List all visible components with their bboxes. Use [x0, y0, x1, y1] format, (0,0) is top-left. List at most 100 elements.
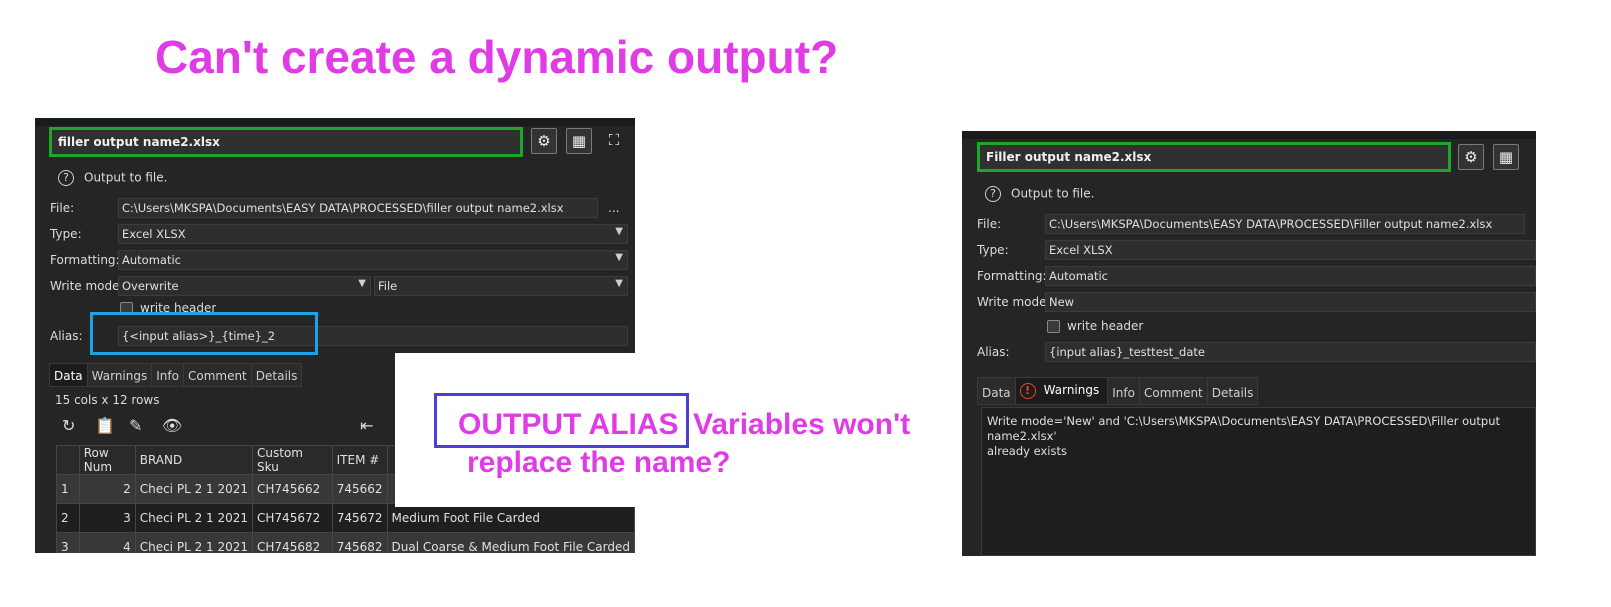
- annotation-boxed-text: OUTPUT ALIAS: [458, 408, 679, 441]
- column-header[interactable]: Custom Sku: [252, 445, 333, 475]
- formatting-label: Formatting:: [977, 269, 1047, 283]
- alias-label: Alias:: [977, 345, 1010, 359]
- table-row[interactable]: 3 4 Checi PL 2 1 2021 CH745682 745682 Du…: [56, 532, 635, 553]
- table-summary: 15 cols x 12 rows: [55, 393, 160, 407]
- expand-icon[interactable]: ⛶: [601, 128, 627, 154]
- file-label: File:: [977, 217, 1002, 231]
- tab-warnings[interactable]: Warnings: [86, 363, 153, 387]
- tab-data[interactable]: Data: [49, 363, 88, 387]
- alias-highlight-frame: [90, 312, 318, 355]
- annotation-text-line2: replace the name?: [467, 446, 731, 479]
- paste-icon[interactable]: 📋: [95, 416, 115, 435]
- refresh-icon[interactable]: ↻: [62, 416, 75, 435]
- file-path-field[interactable]: C:\Users\MKSPA\Documents\EASY DATA\PROCE…: [1045, 214, 1525, 234]
- panel-top-strip: [35, 118, 635, 126]
- help-icon[interactable]: ?: [985, 186, 1001, 202]
- write-header-checkbox[interactable]: [120, 302, 133, 312]
- cell[interactable]: CH745662: [252, 474, 333, 504]
- write-header-label: write header: [1067, 319, 1144, 333]
- right-tab-bar: Data! Warnings Info Comment Details: [977, 377, 1259, 405]
- column-header[interactable]: [56, 445, 80, 475]
- table-row[interactable]: 2 3 Checi PL 2 1 2021 CH745672 745672 Me…: [56, 503, 635, 533]
- write-header-row[interactable]: write header: [120, 301, 216, 312]
- cell[interactable]: Medium Foot File Carded: [386, 503, 635, 533]
- file-label: File:: [50, 201, 75, 215]
- tab-warnings-label: Warnings: [1043, 383, 1100, 397]
- warning-message-line: already exists: [987, 444, 1067, 458]
- tab-comment[interactable]: Comment: [182, 363, 252, 387]
- cell[interactable]: 2: [56, 503, 80, 533]
- tab-warnings[interactable]: ! Warnings: [1014, 377, 1109, 405]
- output-name-field[interactable]: Filler output name2.xlsx: [977, 142, 1451, 172]
- chevron-down-icon: ▼: [615, 252, 623, 263]
- type-label: Type:: [50, 227, 82, 241]
- type-label: Type:: [977, 243, 1009, 257]
- browse-button[interactable]: ...: [608, 201, 619, 215]
- annotation-text-line1: Variables won't: [693, 408, 911, 441]
- cell[interactable]: 745662: [331, 474, 388, 504]
- help-text: Output to file.: [1011, 186, 1095, 201]
- cell[interactable]: Dual Coarse & Medium Foot File Carded: [386, 532, 635, 553]
- cell[interactable]: 745672: [331, 503, 388, 533]
- write-mode-select[interactable]: New: [1045, 292, 1536, 312]
- tab-info[interactable]: Info: [1107, 377, 1140, 405]
- write-mode-value: Overwrite: [122, 279, 179, 293]
- cell[interactable]: 3: [78, 503, 136, 533]
- table-icon[interactable]: ▦: [566, 128, 592, 154]
- alias-label: Alias:: [50, 329, 83, 343]
- cell[interactable]: 2: [78, 474, 136, 504]
- cell[interactable]: Checi PL 2 1 2021: [134, 532, 254, 553]
- formatting-select[interactable]: Automatic ▼: [118, 250, 628, 270]
- panel-top-strip: [962, 131, 1536, 139]
- tab-details[interactable]: Details: [1206, 377, 1259, 405]
- write-header-row[interactable]: write header: [1047, 319, 1143, 333]
- cell[interactable]: CH745682: [252, 532, 333, 553]
- tab-info[interactable]: Info: [151, 363, 184, 387]
- tab-comment[interactable]: Comment: [1138, 377, 1208, 405]
- formatting-value: Automatic: [122, 253, 181, 267]
- column-header[interactable]: ITEM #: [331, 445, 388, 475]
- type-select[interactable]: Excel XLSX ▼: [118, 224, 628, 244]
- cell[interactable]: 1: [56, 474, 80, 504]
- cell[interactable]: Checi PL 2 1 2021: [134, 503, 254, 533]
- write-mode-label: Write mode:: [50, 279, 124, 293]
- gear-icon[interactable]: ⚙: [531, 128, 557, 154]
- chevron-down-icon: ▼: [615, 278, 623, 289]
- cell[interactable]: Checi PL 2 1 2021: [134, 474, 254, 504]
- cell[interactable]: 3: [56, 532, 80, 553]
- help-text: Output to file.: [84, 170, 168, 185]
- tab-details[interactable]: Details: [250, 363, 303, 387]
- left-tab-bar: Data Warnings Info Comment Details: [49, 363, 303, 387]
- column-header[interactable]: Row Num: [78, 445, 136, 475]
- eye-icon[interactable]: 👁: [162, 416, 182, 435]
- help-row: ? Output to file.: [985, 186, 1094, 202]
- column-header[interactable]: BRAND: [134, 445, 254, 475]
- edit-icon[interactable]: ✎: [129, 416, 142, 435]
- help-icon[interactable]: ?: [58, 170, 74, 186]
- warning-icon: !: [1019, 383, 1036, 399]
- chevron-down-icon: ▼: [615, 226, 623, 237]
- write-header-label: write header: [140, 301, 217, 312]
- type-select[interactable]: Excel XLSX: [1045, 240, 1536, 260]
- alias-field[interactable]: {input alias}_testtest_date: [1045, 342, 1536, 362]
- warning-message-line: Write mode='New' and 'C:\Users\MKSPA\Doc…: [987, 414, 1501, 443]
- write-mode-label: Write mode:: [977, 295, 1051, 309]
- file-path-field[interactable]: C:\Users\MKSPA\Documents\EASY DATA\PROCE…: [118, 198, 598, 218]
- gear-icon[interactable]: ⚙: [1458, 144, 1484, 170]
- first-page-icon[interactable]: ⇤: [360, 416, 373, 435]
- write-header-checkbox[interactable]: [1047, 320, 1060, 333]
- right-output-panel: Filler output name2.xlsx ⚙ ▦ ? Output to …: [962, 131, 1536, 556]
- warning-message-area: Write mode='New' and 'C:\Users\MKSPA\Doc…: [981, 407, 1536, 556]
- write-mode-select[interactable]: Overwrite ▼: [118, 276, 371, 296]
- help-row: ? Output to file.: [58, 170, 167, 186]
- write-target-select[interactable]: File ▼: [374, 276, 628, 296]
- table-icon[interactable]: ▦: [1493, 144, 1519, 170]
- headline: Can't create a dynamic output?: [155, 31, 839, 83]
- formatting-select[interactable]: Automatic: [1045, 266, 1536, 286]
- chevron-down-icon: ▼: [358, 278, 366, 289]
- cell[interactable]: 745682: [331, 532, 388, 553]
- cell[interactable]: 4: [78, 532, 136, 553]
- cell[interactable]: CH745672: [252, 503, 333, 533]
- output-name-field[interactable]: filler output name2.xlsx: [49, 127, 523, 157]
- tab-data[interactable]: Data: [977, 377, 1016, 405]
